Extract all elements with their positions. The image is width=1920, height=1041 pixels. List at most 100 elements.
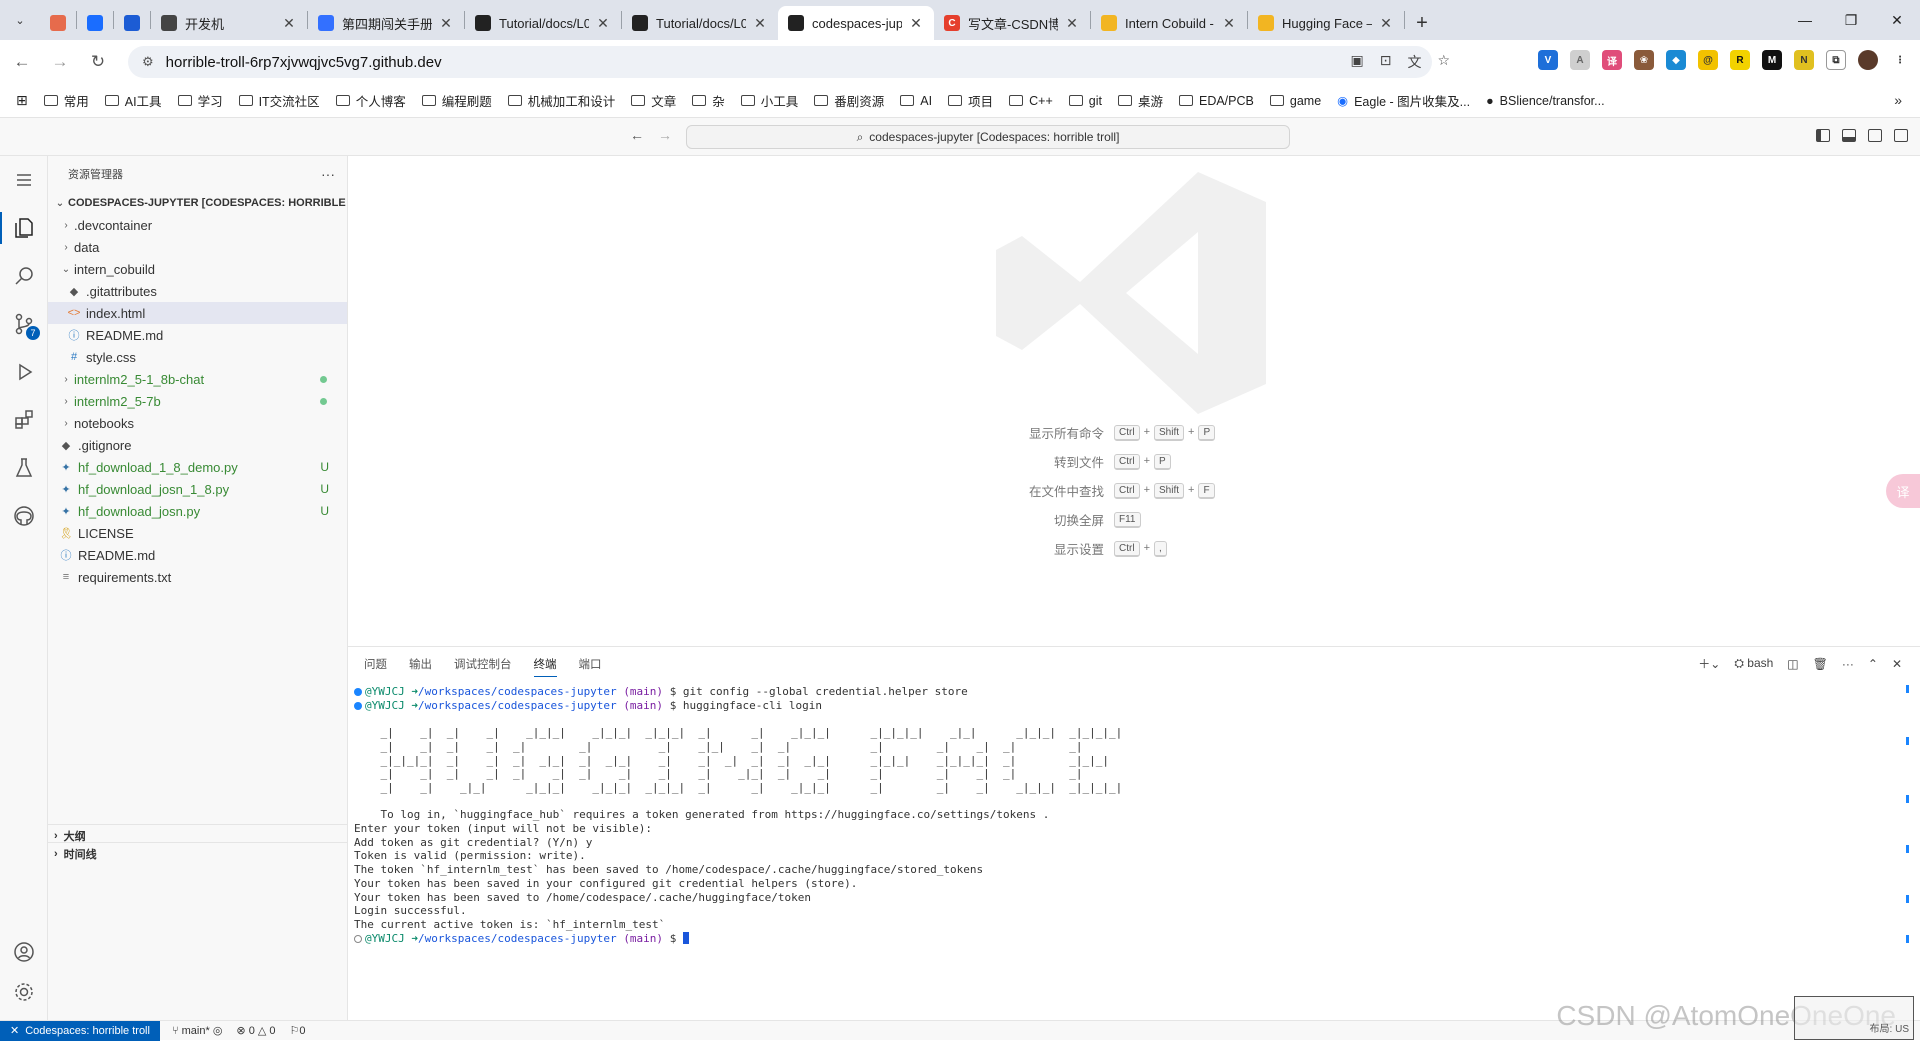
extension-icon[interactable]: 译 xyxy=(1602,50,1622,70)
workspace-root[interactable]: ⌄ CODESPACES-JUPYTER [CODESPACES: HORRIB… xyxy=(48,192,347,214)
bookmark-folder[interactable]: 常用 xyxy=(44,91,89,110)
tree-file[interactable]: ◆.gitignore xyxy=(48,434,347,456)
manage-gear-icon[interactable] xyxy=(0,968,48,1016)
extension-icon[interactable]: V xyxy=(1538,50,1558,70)
bookmark-folder[interactable]: 编程刷题 xyxy=(422,91,492,110)
run-debug-icon[interactable] xyxy=(0,348,48,396)
problems-status[interactable]: ⊗ 0 △ 0 xyxy=(236,1024,275,1037)
nav-back-icon[interactable]: ← xyxy=(630,127,644,143)
bookmark-folder[interactable]: 个人博客 xyxy=(336,91,406,110)
bookmark-folder[interactable]: 小工具 xyxy=(741,91,799,110)
bookmark-folder[interactable]: C++ xyxy=(1009,91,1053,110)
panel-tab[interactable]: 问题 xyxy=(364,652,387,676)
browser-tab[interactable]: Intern Cobuild - a Hu✕ xyxy=(1091,6,1247,40)
tree-file[interactable]: ✦hf_download_josn_1_8.pyU xyxy=(48,478,347,500)
site-info-icon[interactable]: ⚙ xyxy=(142,54,154,70)
bookmark-folder[interactable]: 番剧资源 xyxy=(814,91,884,110)
browser-tab-active[interactable]: codespaces-jupyter✕ xyxy=(778,6,934,40)
toggle-panel-icon[interactable] xyxy=(1842,129,1856,142)
terminal-shell-label[interactable]: ⛭ bash xyxy=(1734,656,1773,671)
new-tab-button[interactable]: + xyxy=(1405,6,1439,40)
command-decoration-icon[interactable] xyxy=(354,688,362,696)
extension-icon[interactable]: M xyxy=(1762,50,1782,70)
profile-avatar[interactable] xyxy=(1858,50,1878,70)
bookmark-folder[interactable]: 杂 xyxy=(692,91,725,110)
tree-file[interactable]: #style.css xyxy=(48,346,347,368)
reload-button[interactable]: ↻ xyxy=(82,46,114,78)
extension-icon[interactable]: @ xyxy=(1698,50,1718,70)
bookmark-folder[interactable]: 机械加工和设计 xyxy=(508,91,616,110)
tab-close-icon[interactable]: ✕ xyxy=(595,15,611,32)
bookmark-folder[interactable]: git xyxy=(1069,91,1102,110)
translate-float-button[interactable]: 译 xyxy=(1886,474,1920,508)
restore-button[interactable]: ❐ xyxy=(1828,0,1874,40)
more-menu-icon[interactable]: ⋮ xyxy=(1890,50,1910,70)
tree-folder[interactable]: ›.devcontainer xyxy=(48,214,347,236)
bookmarks-overflow-icon[interactable]: » xyxy=(1894,92,1902,108)
command-decoration-icon[interactable] xyxy=(354,935,362,943)
tab-close-icon[interactable]: ✕ xyxy=(281,15,297,32)
bookmark-star-icon[interactable]: ☆ xyxy=(1437,52,1450,72)
translate-icon[interactable]: 文 xyxy=(1407,52,1421,72)
tree-file[interactable]: <>index.html xyxy=(48,302,347,324)
panel-tab[interactable]: 端口 xyxy=(579,652,602,676)
more-actions-icon[interactable]: ··· xyxy=(1842,657,1854,671)
panel-tab[interactable]: 输出 xyxy=(409,652,432,676)
menu-icon[interactable] xyxy=(0,156,48,204)
browser-tab[interactable]: C写文章-CSDN博客✕ xyxy=(934,6,1090,40)
bookmark-folder[interactable]: IT交流社区 xyxy=(239,91,320,110)
tree-folder[interactable]: ⌄intern_cobuild xyxy=(48,258,347,280)
maximize-panel-icon[interactable]: ⌃ xyxy=(1868,657,1878,671)
source-control-icon[interactable]: 7 xyxy=(0,300,48,348)
tree-file[interactable]: ◆.gitattributes xyxy=(48,280,347,302)
browser-tab[interactable]: Tutorial/docs/L0/ma✕ xyxy=(622,6,778,40)
extensions-puzzle-icon[interactable]: ⧉ xyxy=(1826,50,1846,70)
apps-grid-icon[interactable]: ⊞ xyxy=(16,92,28,109)
bookmark-folder[interactable]: AI工具 xyxy=(105,91,162,110)
tree-file[interactable]: ⓘREADME.md xyxy=(48,544,347,566)
tab-close-icon[interactable]: ✕ xyxy=(438,15,454,32)
minimize-button[interactable]: — xyxy=(1782,0,1828,40)
tab-close-icon[interactable]: ✕ xyxy=(752,15,768,32)
split-terminal-icon[interactable]: ◫ xyxy=(1787,657,1798,671)
search-view-icon[interactable] xyxy=(0,252,48,300)
nav-forward-icon[interactable]: → xyxy=(658,127,672,143)
testing-icon[interactable] xyxy=(0,444,48,492)
command-decoration-icon[interactable] xyxy=(354,702,362,710)
clipboard-icon[interactable]: ▣ xyxy=(1350,52,1363,72)
browser-tab[interactable]: 第四期闯关手册 - 飞书✕ xyxy=(308,6,464,40)
install-app-icon[interactable]: ⊡ xyxy=(1380,52,1392,72)
explorer-icon[interactable] xyxy=(0,204,48,252)
bookmark-folder[interactable]: 桌游 xyxy=(1118,91,1163,110)
tab-close-icon[interactable]: ✕ xyxy=(1064,15,1080,32)
toggle-sidebar-icon[interactable] xyxy=(1816,129,1830,142)
bookmark-folder[interactable]: 学习 xyxy=(178,91,223,110)
bookmark-folder[interactable]: AI xyxy=(900,91,932,110)
browser-tab[interactable]: Hugging Face – The✕ xyxy=(1248,6,1404,40)
timeline-section[interactable]: › 时间线 xyxy=(48,842,348,864)
close-window-button[interactable]: ✕ xyxy=(1874,0,1920,40)
tree-folder[interactable]: ›notebooks xyxy=(48,412,347,434)
tab-close-icon[interactable]: ✕ xyxy=(1378,15,1394,32)
bookmark-link-eagle[interactable]: ◉Eagle - 图片收集及... xyxy=(1337,91,1470,110)
bookmark-link-github[interactable]: ●BSlience/transfor... xyxy=(1486,94,1604,108)
remote-indicator[interactable]: ✕Codespaces: horrible troll xyxy=(0,1021,160,1041)
tree-file[interactable]: ⓘREADME.md xyxy=(48,324,347,346)
back-button[interactable]: ← xyxy=(6,46,38,78)
bookmark-folder[interactable]: game xyxy=(1270,91,1321,110)
bookmark-folder[interactable]: 项目 xyxy=(948,91,993,110)
extension-icon[interactable]: N xyxy=(1794,50,1814,70)
address-bar[interactable]: ⚙ horrible-troll-6rp7xjvwqjvc5vg7.github… xyxy=(128,46,1432,78)
bookmark-folder[interactable]: 文章 xyxy=(631,91,676,110)
command-center[interactable]: ⌕ codespaces-jupyter [Codespaces: horrib… xyxy=(686,125,1290,149)
branch-status[interactable]: ⑂ main* ◎ xyxy=(172,1024,222,1037)
new-terminal-icon[interactable]: ＋⌄ xyxy=(1698,655,1720,672)
github-icon[interactable] xyxy=(0,492,48,540)
tree-folder[interactable]: ›internlm2_5-1_8b-chat xyxy=(48,368,347,390)
extension-icon[interactable]: ❀ xyxy=(1634,50,1654,70)
tab-close-icon[interactable]: ✕ xyxy=(1221,15,1237,32)
tab-close-icon[interactable]: ✕ xyxy=(908,15,924,32)
trash-icon[interactable]: 🗑 xyxy=(1813,657,1828,671)
tree-folder[interactable]: ›data xyxy=(48,236,347,258)
extension-icon[interactable]: ◆ xyxy=(1666,50,1686,70)
